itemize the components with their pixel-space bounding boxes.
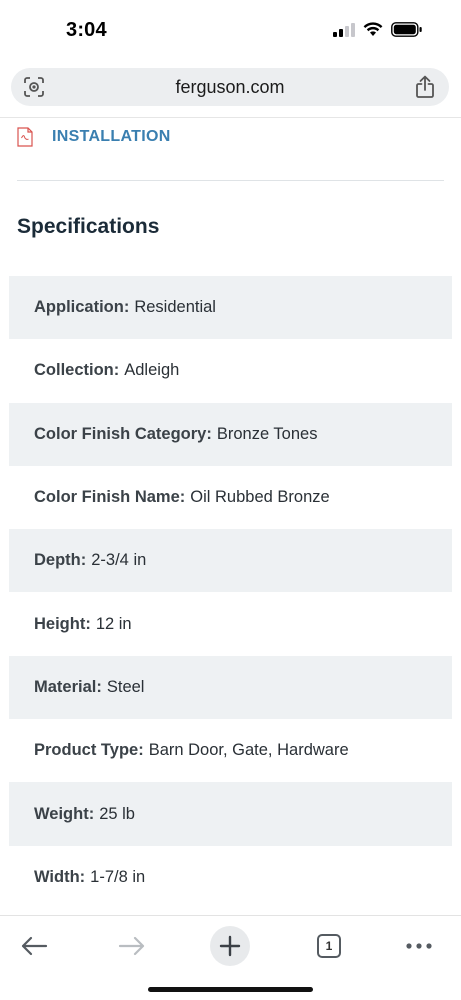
battery-icon xyxy=(391,22,422,37)
more-button[interactable] xyxy=(399,924,439,968)
pdf-icon xyxy=(17,127,33,147)
spec-row-color-finish-name: Color Finish Name: Oil Rubbed Bronze xyxy=(9,466,452,529)
spec-key: Height: xyxy=(34,614,91,633)
plus-icon xyxy=(219,935,241,957)
spec-value: Bronze Tones xyxy=(216,424,318,443)
new-tab-button[interactable] xyxy=(210,924,250,968)
spec-value: 2-3/4 in xyxy=(91,551,147,570)
installation-link[interactable]: INSTALLATION xyxy=(52,128,171,146)
back-button[interactable] xyxy=(14,924,54,968)
tab-count: 1 xyxy=(325,939,333,953)
spec-row-collection: Collection: Adleigh xyxy=(9,339,452,402)
status-icons xyxy=(333,22,423,37)
spec-value: 1-7/8 in xyxy=(90,867,146,886)
tabs-button[interactable]: 1 xyxy=(309,924,349,968)
spec-key: Width: xyxy=(34,867,86,886)
spec-value: Steel xyxy=(106,677,145,696)
spec-value: Barn Door, Gate, Hardware xyxy=(148,741,349,760)
spec-value: 12 in xyxy=(95,614,132,633)
spec-key: Material: xyxy=(34,677,102,696)
spec-row-application: Application: Residential xyxy=(9,276,452,340)
new-tab-circle[interactable] xyxy=(210,926,250,966)
signal-icon xyxy=(333,22,355,37)
section-divider xyxy=(17,180,444,181)
spec-row-height: Height: 12 in xyxy=(9,592,452,655)
spec-key: Product Type: xyxy=(34,741,144,760)
spec-row-width: Width: 1-7/8 in xyxy=(9,846,452,909)
spec-value: Residential xyxy=(134,298,216,317)
url-text[interactable]: ferguson.com xyxy=(11,77,449,98)
home-indicator[interactable] xyxy=(148,987,313,992)
share-icon[interactable] xyxy=(415,75,435,99)
spec-key: Color Finish Name: xyxy=(34,488,186,507)
wifi-icon xyxy=(363,22,383,36)
spec-row-weight: Weight: 25 lb xyxy=(9,782,452,846)
back-arrow-icon xyxy=(21,936,48,956)
installation-document-link[interactable]: INSTALLATION xyxy=(17,124,171,150)
spec-key: Weight: xyxy=(34,804,95,823)
address-bar[interactable]: ferguson.com xyxy=(11,68,449,106)
forward-button[interactable] xyxy=(112,924,152,968)
status-bar: 3:04 xyxy=(0,0,461,62)
spec-key: Depth: xyxy=(34,551,87,570)
more-icon xyxy=(406,943,432,949)
spec-row-color-finish-category: Color Finish Category: Bronze Tones xyxy=(9,402,452,466)
specifications-heading: Specifications xyxy=(17,215,160,238)
specifications-list: Application: Residential Collection: Adl… xyxy=(9,276,452,909)
spec-key: Collection: xyxy=(34,361,120,380)
forward-arrow-icon xyxy=(118,936,145,956)
browser-chrome-divider xyxy=(0,117,461,118)
spec-value: Oil Rubbed Bronze xyxy=(190,488,330,507)
spec-row-material: Material: Steel xyxy=(9,655,452,720)
spec-value: Adleigh xyxy=(124,361,180,380)
spec-value: 25 lb xyxy=(99,804,135,823)
spec-row-depth: Depth: 2-3/4 in xyxy=(9,529,452,593)
spec-key: Color Finish Category: xyxy=(34,424,212,443)
spec-row-product-type: Product Type: Barn Door, Gate, Hardware xyxy=(9,719,452,782)
tabs-icon[interactable]: 1 xyxy=(317,934,341,958)
status-time: 3:04 xyxy=(66,19,107,41)
spec-key: Application: xyxy=(34,298,130,317)
